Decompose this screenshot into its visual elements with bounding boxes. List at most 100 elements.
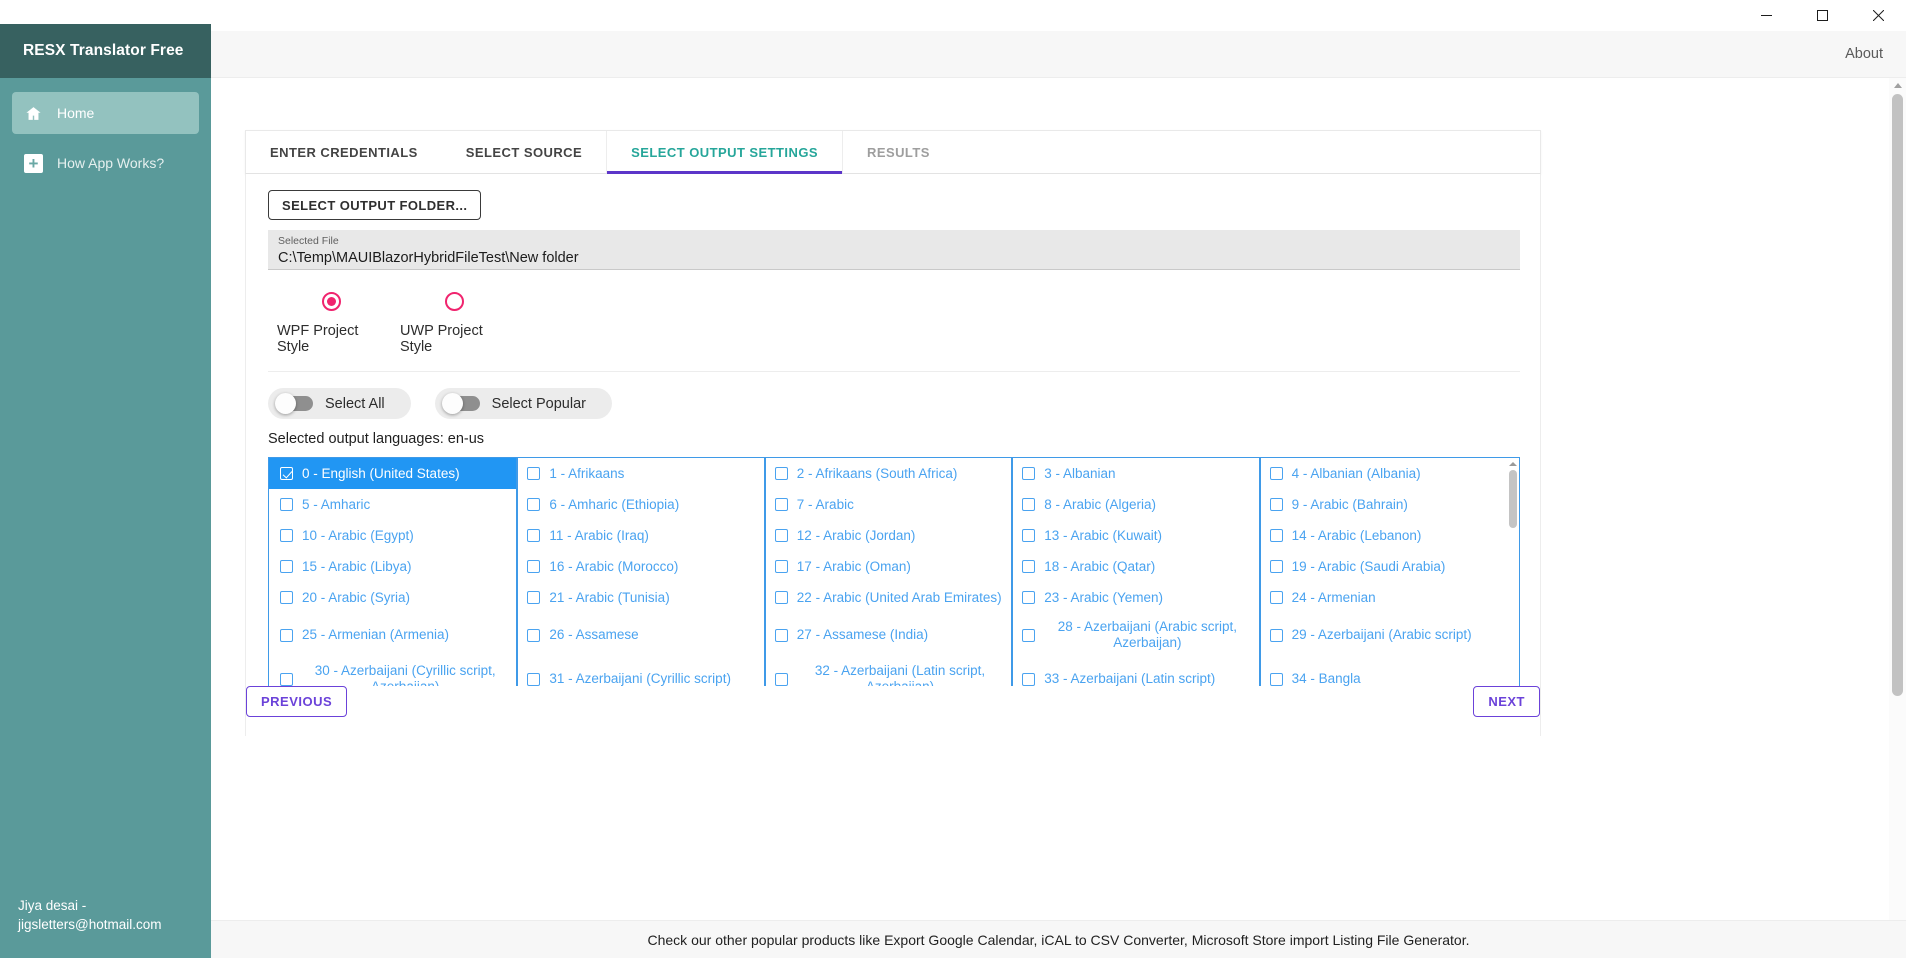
checkbox-icon[interactable] [527, 672, 541, 686]
language-option[interactable]: 27 - Assamese (India) [763, 613, 1011, 657]
checkbox-icon[interactable] [1022, 591, 1036, 604]
checkbox-icon[interactable] [280, 560, 293, 573]
language-option[interactable]: 20 - Arabic (Syria) [269, 582, 516, 613]
language-option[interactable]: 18 - Arabic (Qatar) [1011, 551, 1258, 582]
checkbox-icon[interactable] [1022, 498, 1036, 511]
language-option[interactable]: 9 - Arabic (Bahrain) [1258, 489, 1506, 520]
checkbox-icon[interactable] [774, 498, 788, 511]
language-option[interactable]: 29 - Azerbaijani (Arabic script) [1258, 613, 1506, 657]
previous-button[interactable]: PREVIOUS [246, 686, 348, 717]
sidebar-item-how-app-works[interactable]: + How App Works? [12, 142, 199, 184]
checkbox-icon[interactable] [527, 529, 541, 542]
language-option[interactable]: 31 - Azerbaijani (Cyrillic script) [516, 657, 763, 689]
language-option[interactable]: 23 - Arabic (Yemen) [1011, 582, 1258, 613]
radio-wpf-project-style[interactable]: WPF Project Style [277, 292, 385, 355]
language-option[interactable]: 24 - Armenian [1258, 582, 1506, 613]
language-option[interactable]: 11 - Arabic (Iraq) [516, 520, 763, 551]
checkbox-icon[interactable] [527, 560, 541, 573]
tab-enter-credentials[interactable]: ENTER CREDENTIALS [246, 131, 442, 173]
checkbox-icon[interactable] [1269, 529, 1283, 542]
language-option[interactable]: 5 - Amharic [269, 489, 516, 520]
language-option[interactable]: 16 - Arabic (Morocco) [516, 551, 763, 582]
language-option[interactable]: 32 - Azerbaijani (Latin script, Azerbaij… [763, 657, 1011, 689]
checkbox-icon[interactable] [527, 467, 541, 480]
checkbox-icon[interactable] [1022, 467, 1036, 480]
checkbox-icon[interactable] [1022, 672, 1036, 686]
tab-select-output-settings[interactable]: SELECT OUTPUT SETTINGS [606, 131, 844, 174]
page-scrollbar-thumb[interactable] [1892, 94, 1903, 696]
checkbox-icon[interactable] [1022, 529, 1036, 542]
checkbox-icon[interactable] [1269, 672, 1283, 686]
checkbox-icon[interactable] [1022, 560, 1036, 573]
language-option[interactable]: 3 - Albanian [1011, 458, 1258, 489]
language-option[interactable]: 8 - Arabic (Algeria) [1011, 489, 1258, 520]
checkbox-icon[interactable] [1269, 628, 1283, 642]
radio-wpf-icon [321, 292, 341, 311]
page-scroll-up-icon[interactable] [1889, 78, 1906, 92]
language-option[interactable]: 1 - Afrikaans [516, 458, 763, 489]
toggle-select-all[interactable]: Select All [268, 388, 411, 419]
checkbox-icon[interactable] [280, 467, 293, 480]
checkbox-icon[interactable] [527, 628, 541, 642]
language-option[interactable]: 34 - Bangla [1258, 657, 1506, 689]
language-option[interactable]: 21 - Arabic (Tunisia) [516, 582, 763, 613]
sidebar-item-home[interactable]: Home [12, 92, 199, 134]
checkbox-icon[interactable] [527, 591, 541, 604]
language-option[interactable]: 26 - Assamese [516, 613, 763, 657]
language-option-label: 10 - Arabic (Egypt) [302, 527, 414, 543]
checkbox-icon[interactable] [1269, 591, 1283, 604]
language-option[interactable]: 15 - Arabic (Libya) [269, 551, 516, 582]
checkbox-icon[interactable] [774, 467, 788, 480]
language-option[interactable]: 33 - Azerbaijani (Latin script) [1011, 657, 1258, 689]
checkbox-icon[interactable] [774, 560, 788, 573]
language-option[interactable]: 28 - Azerbaijani (Arabic script, Azerbai… [1011, 613, 1258, 657]
checkbox-icon[interactable] [1022, 628, 1036, 642]
language-option[interactable]: 7 - Arabic [763, 489, 1011, 520]
language-option[interactable]: 30 - Azerbaijani (Cyrillic script, Azerb… [269, 657, 516, 689]
about-link[interactable]: About [1845, 46, 1883, 62]
page-scrollbar[interactable] [1889, 78, 1906, 948]
language-option-label: 7 - Arabic [796, 496, 854, 512]
selected-output-languages-text: Selected output languages: en-us [268, 431, 485, 447]
checkbox-icon[interactable] [280, 498, 293, 511]
toggle-select-popular-switch [441, 393, 480, 414]
select-output-folder-button[interactable]: SELECT OUTPUT FOLDER... [268, 190, 482, 220]
language-option[interactable]: 4 - Albanian (Albania) [1258, 458, 1506, 489]
close-icon[interactable] [1850, 0, 1906, 31]
language-option[interactable]: 14 - Arabic (Lebanon) [1258, 520, 1506, 551]
checkbox-icon[interactable] [774, 628, 788, 642]
tab-select-source[interactable]: SELECT SOURCE [442, 131, 606, 173]
checkbox-icon[interactable] [774, 591, 788, 604]
checkbox-icon[interactable] [1269, 498, 1283, 511]
checkbox-icon[interactable] [1269, 560, 1283, 573]
radio-uwp-project-style[interactable]: UWP Project Style [400, 292, 508, 355]
checkbox-icon[interactable] [774, 529, 788, 542]
checkbox-icon[interactable] [280, 628, 293, 642]
language-option[interactable]: 19 - Arabic (Saudi Arabia) [1258, 551, 1506, 582]
language-option[interactable]: 6 - Amharic (Ethiopia) [516, 489, 763, 520]
language-option[interactable]: 12 - Arabic (Jordan) [763, 520, 1011, 551]
language-option[interactable]: 13 - Arabic (Kuwait) [1011, 520, 1258, 551]
language-option[interactable]: 2 - Afrikaans (South Africa) [763, 458, 1011, 489]
language-option[interactable]: 0 - English (United States) [269, 458, 517, 489]
tab-results[interactable]: RESULTS [843, 131, 954, 173]
toggle-select-popular[interactable]: Select Popular [434, 388, 612, 419]
checkbox-icon[interactable] [527, 498, 541, 511]
language-option[interactable]: 25 - Armenian (Armenia) [269, 613, 516, 657]
language-option[interactable]: 17 - Arabic (Oman) [763, 551, 1011, 582]
language-list-scrollbar[interactable] [1506, 458, 1519, 689]
checkbox-icon[interactable] [774, 672, 788, 686]
next-button[interactable]: NEXT [1473, 686, 1540, 717]
selected-file-field[interactable]: Selected File C:\Temp\MAUIBlazorHybridFi… [268, 230, 1520, 270]
minimize-icon[interactable] [1738, 0, 1794, 31]
language-option[interactable]: 22 - Arabic (United Arab Emirates) [763, 582, 1011, 613]
scroll-up-icon[interactable] [1506, 458, 1519, 469]
language-scrollbar-thumb[interactable] [1508, 470, 1517, 528]
checkbox-icon[interactable] [280, 672, 293, 686]
maximize-icon[interactable] [1794, 0, 1850, 31]
radio-uwp-icon [444, 292, 464, 311]
checkbox-icon[interactable] [1269, 467, 1283, 480]
checkbox-icon[interactable] [280, 529, 293, 542]
checkbox-icon[interactable] [280, 591, 293, 604]
language-option[interactable]: 10 - Arabic (Egypt) [269, 520, 516, 551]
